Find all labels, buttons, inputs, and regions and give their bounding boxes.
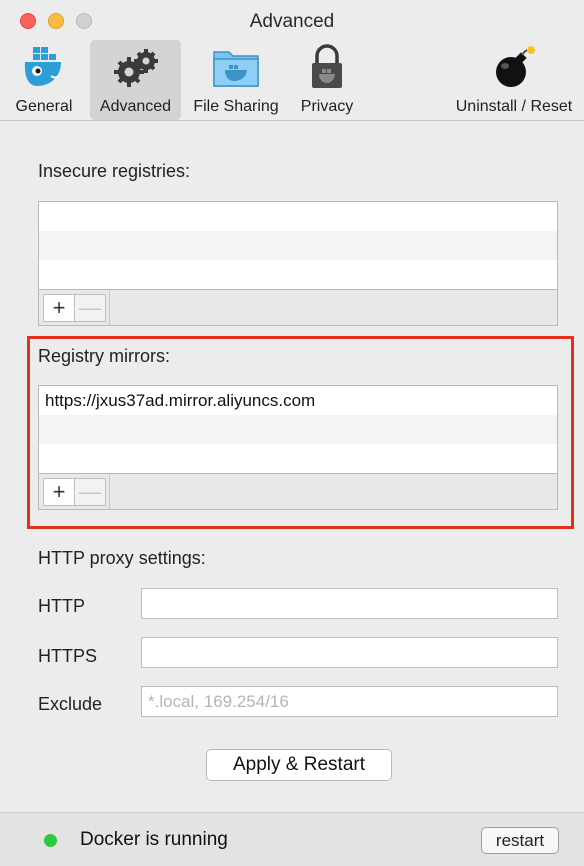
exclude-label: Exclude [38,694,103,714]
status-bar: Docker is running restart [0,812,584,866]
tab-uninstall-reset-label: Uninstall / Reset [455,98,573,115]
http-proxy-field[interactable] [141,588,558,619]
list-item[interactable]: https://jxus37ad.mirror.aliyuncs.com [39,386,557,415]
insecure-registries-list[interactable] [38,201,558,290]
insecure-registries-footer: + — [38,290,558,326]
lock-icon [307,44,347,95]
add-registry-mirror-button[interactable]: + [43,478,75,506]
tab-file-sharing[interactable]: File Sharing [183,40,289,120]
docker-whale-icon [21,44,67,95]
add-insecure-registry-button[interactable]: + [43,294,75,322]
tab-file-sharing-label: File Sharing [193,98,279,115]
proxy-settings-label: HTTP proxy settings: [38,548,206,568]
https-proxy-field[interactable] [141,637,558,668]
folder-icon [211,44,261,95]
list-item[interactable] [39,415,557,444]
remove-registry-mirror-button[interactable]: — [74,478,106,506]
tab-general[interactable]: General [0,40,88,120]
restart-button[interactable]: restart [481,827,559,854]
footer-divider [109,290,110,326]
footer-divider [109,474,110,510]
https-label: HTTPS [38,646,98,666]
status-indicator-icon [44,834,57,847]
tab-privacy[interactable]: Privacy [291,40,363,120]
registry-mirrors-footer: + — [38,474,558,510]
window-title: Advanced [249,11,335,32]
tab-advanced[interactable]: Advanced [90,40,181,120]
status-text: Docker is running [80,829,228,850]
list-item[interactable] [39,444,557,473]
http-label: HTTP [38,596,85,616]
tab-general-label: General [15,98,73,115]
apply-restart-button[interactable]: Apply & Restart [206,749,392,781]
preferences-toolbar: General Advanced File Sharing Privacy Un… [0,40,584,121]
exclude-proxy-field[interactable] [141,686,558,717]
preferences-window: Advanced General Advanced File Sharing P… [0,0,584,866]
tab-privacy-label: Privacy [300,98,354,115]
gears-icon [111,44,161,95]
list-item[interactable] [39,202,557,231]
bomb-icon [491,44,537,95]
list-item[interactable] [39,231,557,260]
tab-uninstall-reset[interactable]: Uninstall / Reset [444,40,584,120]
list-item[interactable] [39,260,557,289]
title-bar: Advanced [0,0,584,44]
registry-mirrors-label: Registry mirrors: [38,346,171,366]
remove-insecure-registry-button[interactable]: — [74,294,106,322]
insecure-registries-label: Insecure registries: [38,161,191,181]
tab-advanced-label: Advanced [99,98,172,115]
registry-mirrors-list[interactable]: https://jxus37ad.mirror.aliyuncs.com [38,385,558,474]
